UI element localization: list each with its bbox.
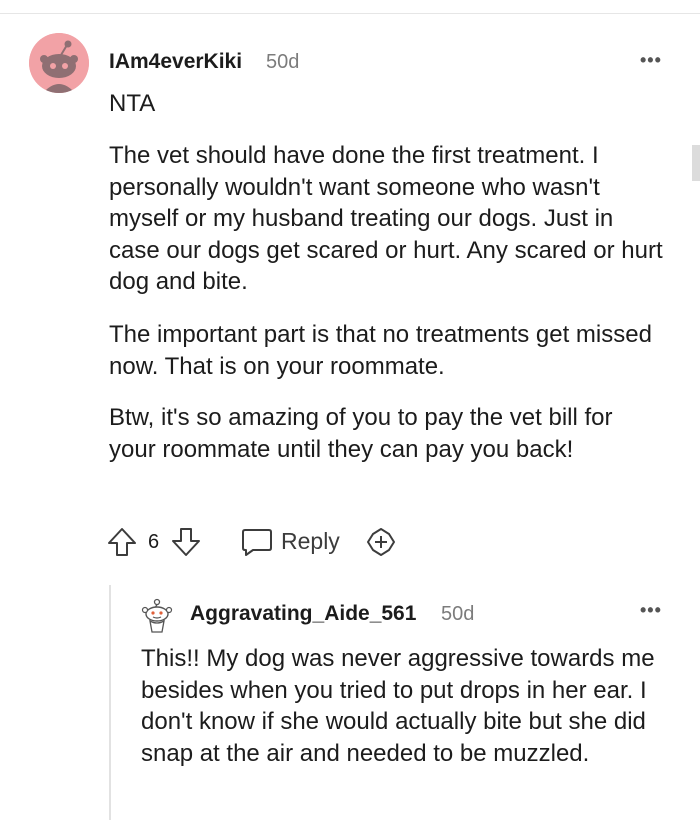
snoo-avatar-icon: [29, 33, 89, 93]
comment-age: 50d: [266, 51, 300, 73]
comment-icon[interactable]: [240, 526, 274, 558]
more-options-icon[interactable]: •••: [640, 50, 662, 71]
comment-paragraph: The important part is that no treatments…: [109, 321, 652, 380]
upvote-icon[interactable]: [106, 526, 138, 558]
award-icon[interactable]: [364, 526, 398, 558]
more-options-icon[interactable]: •••: [640, 600, 662, 621]
reply-button[interactable]: Reply: [281, 528, 340, 555]
comment-username[interactable]: IAm4everKiki: [109, 50, 242, 74]
comment-paragraph: Btw, it's so amazing of you to pay the v…: [109, 404, 613, 463]
reply-username[interactable]: Aggravating_Aide_561: [190, 602, 416, 626]
comment-paragraph: NTA: [109, 90, 156, 117]
reply-text: This!! My dog was never aggressive towar…: [141, 645, 655, 767]
vote-count: 6: [148, 531, 160, 553]
reply-age: 50d: [441, 603, 475, 625]
top-divider: [0, 13, 700, 14]
avatar[interactable]: [29, 33, 89, 93]
scrollbar-thumb[interactable]: [692, 145, 700, 181]
snoo-avatar-icon[interactable]: [141, 598, 173, 634]
downvote-icon[interactable]: [170, 526, 202, 558]
comment-paragraph: The vet should have done the first treat…: [109, 142, 663, 295]
thread-line[interactable]: [109, 585, 111, 820]
